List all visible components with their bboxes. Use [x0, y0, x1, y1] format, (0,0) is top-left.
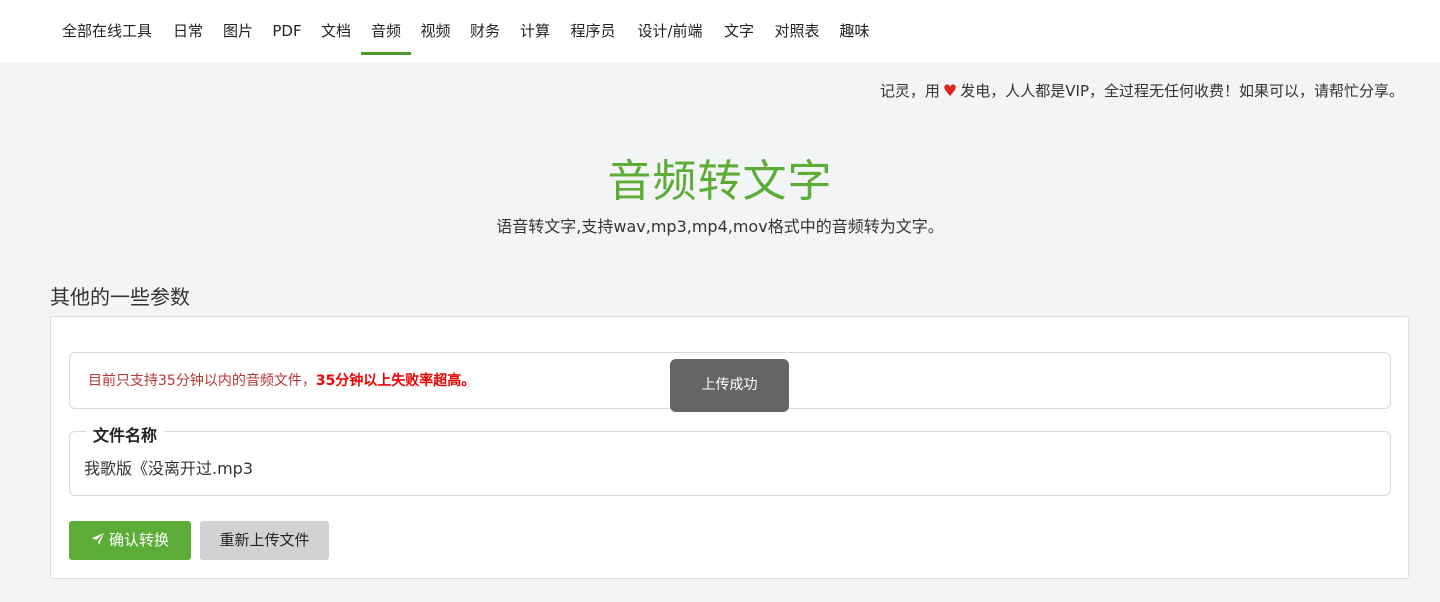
- heart-icon: ♥: [942, 81, 958, 100]
- reupload-label: 重新上传文件: [219, 531, 310, 549]
- nav-item-tables[interactable]: 对照表: [773, 0, 821, 55]
- warning-text: 目前只支持35分钟以内的音频文件，: [88, 373, 316, 389]
- paper-plane-icon: [91, 522, 105, 561]
- nav-item-calc[interactable]: 计算: [519, 0, 551, 55]
- nav-item-audio[interactable]: 音频: [361, 0, 411, 55]
- warning-bold-text: 35分钟以上失败率超高。: [315, 373, 476, 389]
- file-name-value: 我歌版《没离开过.mp3: [84, 459, 254, 478]
- nav-item-finance[interactable]: 财务: [469, 0, 501, 55]
- nav-item-pdf[interactable]: PDF: [272, 0, 302, 55]
- nav-item-design[interactable]: 设计/前端: [635, 0, 705, 55]
- nav-item-programmer[interactable]: 程序员: [569, 0, 617, 55]
- page-title: 音频转文字: [607, 156, 833, 207]
- confirm-convert-label: 确认转换: [108, 531, 169, 549]
- notice-prefix: 记灵，用: [879, 82, 940, 100]
- notice-suffix: 发电，人人都是VIP，全过程无任何收费！如果可以，请帮忙分享。: [960, 82, 1404, 100]
- confirm-convert-button[interactable]: 确认转换: [69, 521, 191, 560]
- file-name-legend: 文件名称: [86, 422, 165, 446]
- nav-item-video[interactable]: 视频: [419, 0, 452, 55]
- toast-text: 上传成功: [701, 377, 758, 393]
- nav-item-text[interactable]: 文字: [723, 0, 755, 55]
- nav-item-images[interactable]: 图片: [222, 0, 254, 55]
- upload-success-toast: 上传成功: [670, 359, 789, 412]
- nav-item-docs[interactable]: 文档: [320, 0, 352, 55]
- file-name-fieldset: 文件名称 我歌版《没离开过.mp3: [69, 422, 1391, 496]
- nav-item-fun[interactable]: 趣味: [838, 0, 871, 55]
- top-nav: 全部在线工具 日常 图片 PDF 文档 音频 视频 财务 计算 程序员 设计/前…: [0, 0, 1440, 62]
- nav-item-daily[interactable]: 日常: [172, 0, 204, 55]
- notice-bar: 记灵，用 ♥ 发电，人人都是VIP，全过程无任何收费！如果可以，请帮忙分享。: [880, 80, 1404, 101]
- section-title: 其他的一些参数: [50, 285, 190, 309]
- reupload-button[interactable]: 重新上传文件: [200, 521, 329, 560]
- params-panel: 目前只支持35分钟以内的音频文件，35分钟以上失败率超高。 文件名称 我歌版《没…: [50, 316, 1409, 579]
- page-subtitle: 语音转文字,支持wav,mp3,mp4,mov格式中的音频转为文字。: [496, 217, 944, 236]
- nav-item-all-tools[interactable]: 全部在线工具: [59, 0, 155, 55]
